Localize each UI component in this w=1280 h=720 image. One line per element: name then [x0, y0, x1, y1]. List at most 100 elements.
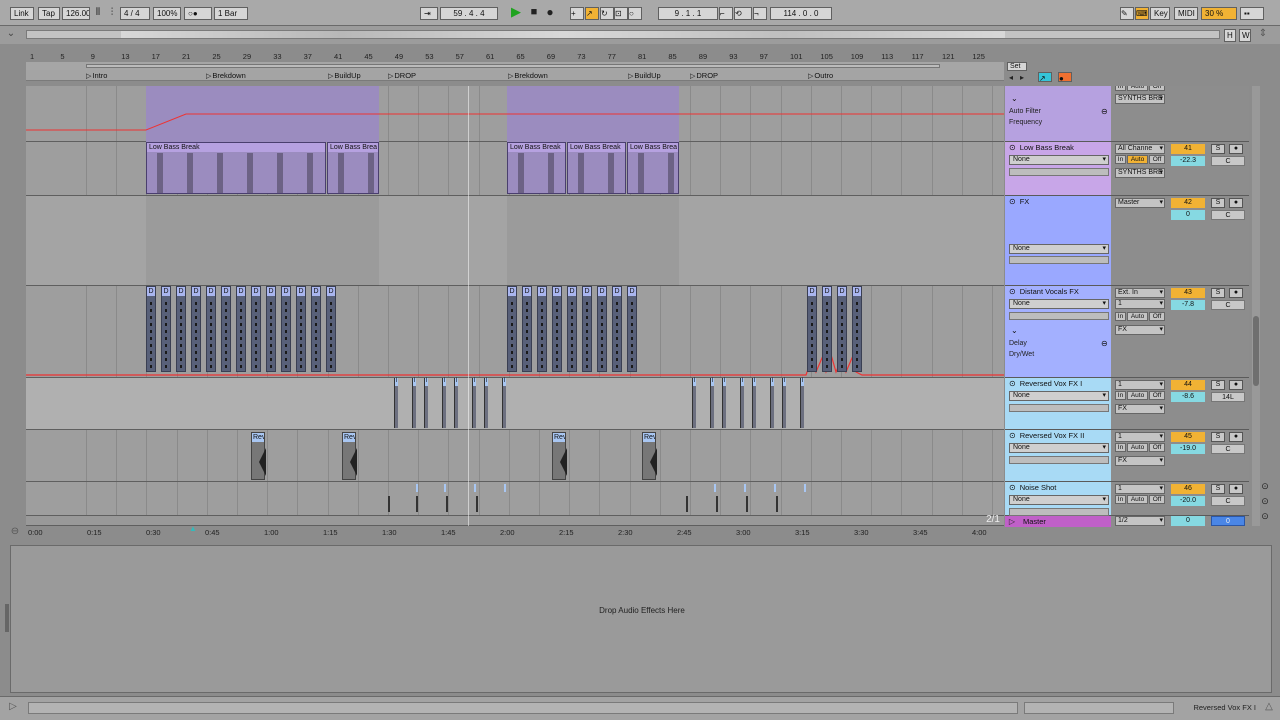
locator-3[interactable]: DROP — [388, 70, 416, 82]
track-activator[interactable]: 41 — [1171, 144, 1205, 154]
vocal-clip[interactable]: D — [191, 286, 201, 372]
reversed-vox-clip[interactable]: I — [412, 378, 416, 428]
device-view-resize-handle[interactable] — [5, 604, 9, 632]
session-record-icon[interactable]: ○ — [628, 7, 642, 20]
monitor-off-button[interactable]: Off — [1149, 86, 1165, 91]
input-channel-menu[interactable]: 1 — [1115, 299, 1165, 309]
stop-icon[interactable]: ■ — [527, 6, 541, 18]
distant-vocals-lane[interactable]: DDDDDDDDDDDDDDDDDDDDDDDDDD — [26, 286, 1004, 378]
remove-automation-icon[interactable]: ⊖ — [1101, 107, 1108, 116]
arm-button[interactable]: ● — [1229, 432, 1243, 442]
locator-bar[interactable]: Intro Brekdown BuildUp DROP Brekdown BuildUp D… — [26, 70, 1004, 81]
chevron-right-icon[interactable]: ▷ — [6, 701, 20, 713]
track-volume[interactable]: 0 — [1171, 210, 1205, 220]
noise-shot-lane[interactable] — [26, 482, 1004, 516]
monitor-off-button[interactable]: Off — [1149, 443, 1165, 452]
vocal-clip[interactable]: D — [852, 286, 862, 372]
monitor-in-button[interactable]: In — [1115, 155, 1126, 164]
vocal-clip[interactable]: D — [837, 286, 847, 372]
track-volume[interactable]: -7.8 — [1171, 300, 1205, 310]
locator-2[interactable]: BuildUp — [328, 70, 360, 82]
output-routing-menu[interactable]: FX — [1115, 325, 1165, 335]
vocal-clip[interactable]: D — [161, 286, 171, 372]
arrangement-view[interactable]: Low Bass Break Low Bass Brea Low Bass Brea… — [26, 86, 1004, 526]
locator-7[interactable]: Outro — [808, 70, 833, 82]
zoom-field[interactable]: 100% — [153, 7, 181, 20]
track-header-6[interactable]: Reversed Vox FX IINone 1InAutoOff FX 45 S ● -1… — [1005, 430, 1249, 482]
monitor-in-button[interactable]: In — [1115, 495, 1126, 504]
input-type-menu[interactable]: 1 — [1115, 432, 1165, 442]
song-position-field[interactable]: 59 . 4 . 4 — [440, 7, 498, 20]
vocal-clip[interactable]: D — [146, 286, 156, 372]
fold-toggle-icon[interactable]: ⊙ — [1259, 510, 1271, 522]
reversed-vox-clip[interactable]: I — [692, 378, 696, 428]
locator-0[interactable]: Intro — [86, 70, 107, 82]
time-ruler[interactable]: 0:00 0:15 0:30 0:45 1:00 1:15 1:30 1:45 2:00 2:15… — [26, 528, 1004, 538]
loop-start-field[interactable]: 9 . 1 . 1 — [658, 7, 718, 20]
play-icon[interactable]: ▶ — [508, 5, 524, 18]
vocal-clip[interactable]: D — [206, 286, 216, 372]
track-name[interactable]: Reversed Vox FX I — [1005, 378, 1111, 390]
track-header-5[interactable]: Reversed Vox FX INone 1InAutoOff FX 44 S ● -8.… — [1005, 378, 1249, 430]
link-button[interactable]: Link — [10, 7, 34, 20]
bass-clip[interactable]: Low Bass Break — [507, 142, 566, 194]
monitor-auto-button[interactable]: Auto — [1127, 86, 1148, 91]
track-activator[interactable]: 42 — [1171, 198, 1205, 208]
draw-mode-icon[interactable]: ✎ — [1120, 7, 1134, 20]
solo-button[interactable]: S — [1211, 432, 1225, 442]
solo-button[interactable]: S — [1211, 144, 1225, 154]
arm-button[interactable]: ● — [1229, 198, 1243, 208]
track-name[interactable]: Low Bass Break — [1005, 142, 1111, 154]
reversed-vox-fx-2-lane[interactable]: Rev Rev Rev Rev — [26, 430, 1004, 482]
reversed-vox-clip[interactable]: I — [770, 378, 774, 428]
input-type-menu[interactable]: Ext. In — [1115, 288, 1165, 298]
vocal-clip[interactable]: D — [522, 286, 532, 372]
arrow-right-icon[interactable]: ▸ — [1017, 72, 1027, 84]
reversed-vox-clip[interactable]: I — [502, 378, 506, 428]
vocal-clip[interactable]: D — [221, 286, 231, 372]
monitor-in-button[interactable]: In — [1115, 86, 1126, 91]
reversed-vox-clip[interactable]: I — [394, 378, 398, 428]
input-type-menu[interactable]: 1 — [1115, 380, 1165, 390]
vocal-clip[interactable]: D — [176, 286, 186, 372]
fold-toggle-icon[interactable]: ⊙ — [1259, 480, 1271, 492]
track-activator[interactable]: 46 — [1171, 484, 1205, 494]
noise-shot-clip[interactable] — [746, 496, 748, 512]
output-routing-menu[interactable]: FX — [1115, 404, 1165, 414]
vocal-clip[interactable]: D — [567, 286, 577, 372]
device-chooser[interactable]: None — [1009, 495, 1109, 505]
punch-out-icon[interactable]: ¬ — [753, 7, 767, 20]
vocal-clip[interactable]: D — [582, 286, 592, 372]
vocal-clip[interactable]: D — [236, 286, 246, 372]
overview-w-button[interactable]: W — [1239, 29, 1251, 42]
locator-5[interactable]: BuildUp — [628, 70, 660, 82]
reversed-vox-clip[interactable]: I — [752, 378, 756, 428]
nudge-icon[interactable]: ⫴ — [92, 7, 104, 19]
arrangement-overview[interactable]: ⌄ H W ⇕ — [0, 26, 1280, 44]
track-activator[interactable]: 45 — [1171, 432, 1205, 442]
vocal-clip[interactable]: D — [507, 286, 517, 372]
track-header-2[interactable]: Low Bass BreakNone All ChanneInAutoOff SYN… — [1005, 142, 1249, 196]
overdub-icon[interactable]: + — [570, 7, 584, 20]
vocal-clip[interactable]: D — [311, 286, 321, 372]
follow-arrow-icon[interactable]: ⇥ — [420, 7, 438, 20]
output-routing-menu[interactable]: SYNTHS BRE — [1115, 94, 1165, 104]
track-pan[interactable]: 14L — [1211, 392, 1245, 402]
monitor-in-button[interactable]: In — [1115, 443, 1126, 452]
vocal-clip[interactable]: D — [281, 286, 291, 372]
vocal-clip[interactable]: D — [266, 286, 276, 372]
device-chooser[interactable]: None — [1009, 155, 1109, 165]
rev-clip[interactable]: Rev — [642, 432, 657, 480]
output-routing-menu[interactable]: FX — [1115, 456, 1165, 466]
automation-chevron-icon[interactable]: ⌄ — [1011, 94, 1018, 103]
noise-shot-clip[interactable] — [686, 496, 688, 512]
track-activator[interactable]: 44 — [1171, 380, 1205, 390]
reversed-vox-clip[interactable]: I — [454, 378, 458, 428]
vocal-clip[interactable]: D — [552, 286, 562, 372]
key-map-button[interactable]: Key — [1150, 7, 1170, 20]
arm-automation-icon[interactable]: ↗ — [1038, 72, 1052, 82]
bass-clip[interactable]: Low Bass Brea — [327, 142, 379, 194]
reversed-vox-clip[interactable]: I — [782, 378, 786, 428]
reversed-vox-clip[interactable]: I — [472, 378, 476, 428]
track-pan[interactable]: C — [1211, 496, 1245, 506]
